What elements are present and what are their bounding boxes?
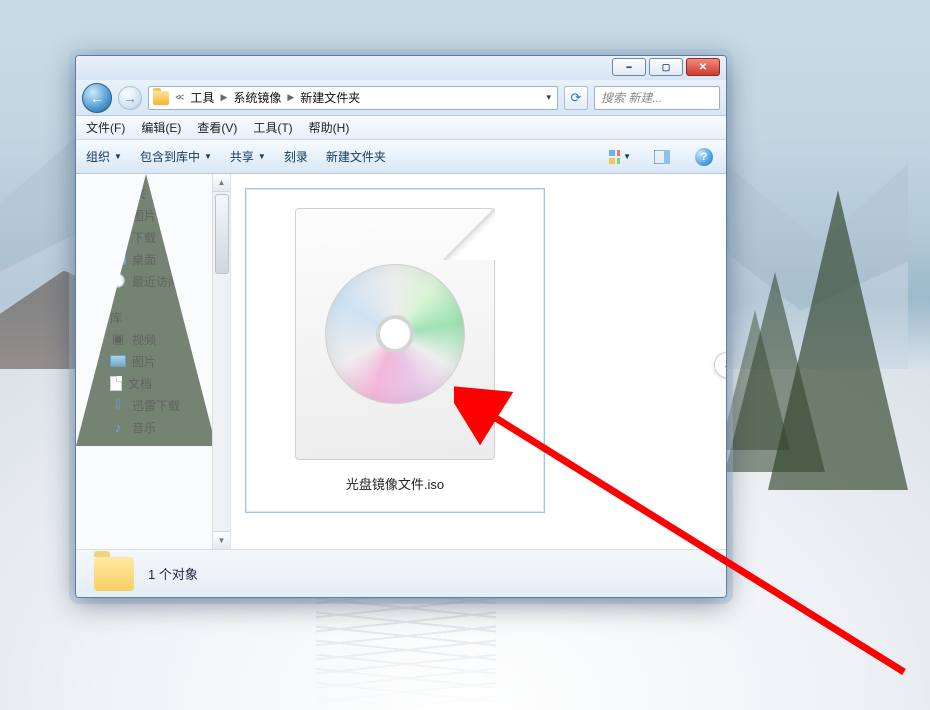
music-icon: ♪: [110, 419, 126, 435]
menu-tools[interactable]: 工具(T): [253, 119, 292, 136]
search-input[interactable]: 搜索 新建...: [594, 86, 720, 110]
back-button[interactable]: ←: [82, 83, 112, 113]
picture-icon: [110, 355, 126, 367]
sidebar-item-pictures[interactable]: 图片: [84, 204, 216, 226]
breadcrumb-dropdown[interactable]: ▾: [540, 92, 557, 103]
sidebar-group-library[interactable]: 库: [84, 306, 216, 328]
burn-label: 刻录: [284, 148, 308, 165]
page-fold-icon: [443, 208, 495, 260]
sidebar-label: 库: [110, 309, 122, 326]
help-button[interactable]: ?: [692, 146, 716, 168]
xunlei-icon: ⇩: [110, 397, 126, 413]
close-button[interactable]: [686, 58, 720, 76]
preview-pane-icon: [654, 150, 670, 164]
minimize-button[interactable]: [612, 58, 646, 76]
include-in-library-button[interactable]: 包含到库中 ▼: [140, 148, 212, 165]
sidebar-label: 迅雷下载: [132, 397, 180, 414]
share-label: 共享: [230, 148, 254, 165]
chevron-right-icon: ▶: [216, 92, 231, 103]
sidebar-label: 下载: [132, 229, 156, 246]
newfolder-label: 新建文件夹: [326, 148, 386, 165]
sidebar-label: 视频: [132, 331, 156, 348]
sidebar-item-desktop[interactable]: 桌面: [84, 248, 216, 270]
explorer-window: ← → ≪ 工具 ▶ 系统镜像 ▶ 新建文件夹 ▾ ⟳ 搜索 新建... 文件(…: [75, 55, 727, 598]
video-icon: ▣: [110, 331, 126, 347]
chevron-down-icon: ▼: [258, 152, 266, 161]
sidebar-item-recent[interactable]: 🕘 最近访问的位置: [84, 270, 216, 292]
refresh-button[interactable]: ⟳: [564, 86, 588, 110]
new-folder-button[interactable]: 新建文件夹: [326, 148, 386, 165]
sidebar-item-music[interactable]: ♪ 音乐: [84, 416, 216, 438]
sidebar-label: 收藏夹: [110, 185, 146, 202]
thumbnails-icon: [609, 150, 620, 164]
organize-button[interactable]: 组织 ▼: [86, 148, 122, 165]
navigation-sidebar: ★ 收藏夹 图片 ⬇ 下载 桌面 🕘 最近访问的位置: [76, 174, 231, 549]
sidebar-label: 桌面: [132, 251, 156, 268]
include-label: 包含到库中: [140, 148, 200, 165]
menu-help[interactable]: 帮助(H): [309, 119, 350, 136]
view-mode-button[interactable]: ▼: [608, 146, 632, 168]
sidebar-label: 最近访问的位置: [132, 273, 216, 290]
sidebar-group-favorites[interactable]: ★ 收藏夹: [84, 182, 216, 204]
window-body: ★ 收藏夹 图片 ⬇ 下载 桌面 🕘 最近访问的位置: [76, 174, 726, 549]
sidebar-label: 图片: [132, 353, 156, 370]
menubar: 文件(F) 编辑(E) 查看(V) 工具(T) 帮助(H): [76, 116, 726, 140]
folder-icon: [153, 91, 169, 105]
menu-edit[interactable]: 编辑(E): [141, 119, 181, 136]
picture-icon: [110, 209, 126, 221]
scroll-thumb[interactable]: [215, 194, 229, 274]
preview-pane-button[interactable]: [650, 146, 674, 168]
maximize-button[interactable]: [649, 58, 683, 76]
recent-icon: 🕘: [110, 273, 126, 289]
sidebar-label: 图片: [132, 207, 156, 224]
breadcrumb-seg[interactable]: 工具: [190, 89, 214, 106]
help-icon: ?: [695, 148, 713, 166]
chevron-down-icon: ▼: [204, 152, 212, 161]
content-pane[interactable]: 光盘镜像文件.iso ‹: [231, 174, 726, 549]
sidebar-scrollbar[interactable]: ▲ ▼: [212, 174, 230, 549]
star-icon: ★: [88, 185, 104, 201]
expand-pane-button[interactable]: ‹: [714, 352, 727, 378]
breadcrumb-sep: ≪: [171, 92, 188, 103]
nav-tree: ★ 收藏夹 图片 ⬇ 下载 桌面 🕘 最近访问的位置: [76, 174, 216, 446]
document-icon: [110, 376, 122, 391]
sidebar-item-pictures-lib[interactable]: 图片: [84, 350, 216, 372]
file-tile-iso[interactable]: 光盘镜像文件.iso: [245, 188, 545, 513]
scroll-down-arrow[interactable]: ▼: [213, 531, 230, 549]
download-icon: ⬇: [110, 229, 126, 245]
disc-icon: [325, 264, 465, 404]
sidebar-item-videos[interactable]: ▣ 视频: [84, 328, 216, 350]
chevron-right-icon: ▶: [283, 92, 298, 103]
address-breadcrumb[interactable]: ≪ 工具 ▶ 系统镜像 ▶ 新建文件夹 ▾: [148, 86, 558, 110]
titlebar[interactable]: [76, 56, 726, 80]
command-toolbar: 组织 ▼ 包含到库中 ▼ 共享 ▼ 刻录 新建文件夹 ▼: [76, 140, 726, 174]
breadcrumb-seg[interactable]: 新建文件夹: [300, 89, 360, 106]
nav-row: ← → ≪ 工具 ▶ 系统镜像 ▶ 新建文件夹 ▾ ⟳ 搜索 新建...: [76, 80, 726, 116]
chevron-down-icon: ▼: [623, 152, 631, 161]
statusbar: 1 个对象: [76, 549, 726, 597]
menu-view[interactable]: 查看(V): [197, 119, 237, 136]
sidebar-item-downloads[interactable]: ⬇ 下载: [84, 226, 216, 248]
menu-file[interactable]: 文件(F): [86, 119, 125, 136]
share-button[interactable]: 共享 ▼: [230, 148, 266, 165]
library-icon: [88, 310, 104, 324]
forward-button[interactable]: →: [118, 86, 142, 110]
sidebar-item-documents[interactable]: 文档: [84, 372, 216, 394]
sidebar-item-xunlei[interactable]: ⇩ 迅雷下载: [84, 394, 216, 416]
sidebar-label: 文档: [128, 375, 152, 392]
sidebar-label: 音乐: [132, 419, 156, 436]
file-label: 光盘镜像文件.iso: [346, 474, 444, 493]
breadcrumb-seg[interactable]: 系统镜像: [233, 89, 281, 106]
folder-icon: [94, 557, 134, 591]
chevron-down-icon: ▼: [114, 152, 122, 161]
desktop-icon: [110, 253, 126, 265]
status-text: 1 个对象: [148, 564, 198, 583]
file-thumbnail: [295, 208, 495, 460]
scroll-up-arrow[interactable]: ▲: [213, 174, 230, 192]
burn-button[interactable]: 刻录: [284, 148, 308, 165]
organize-label: 组织: [86, 148, 110, 165]
